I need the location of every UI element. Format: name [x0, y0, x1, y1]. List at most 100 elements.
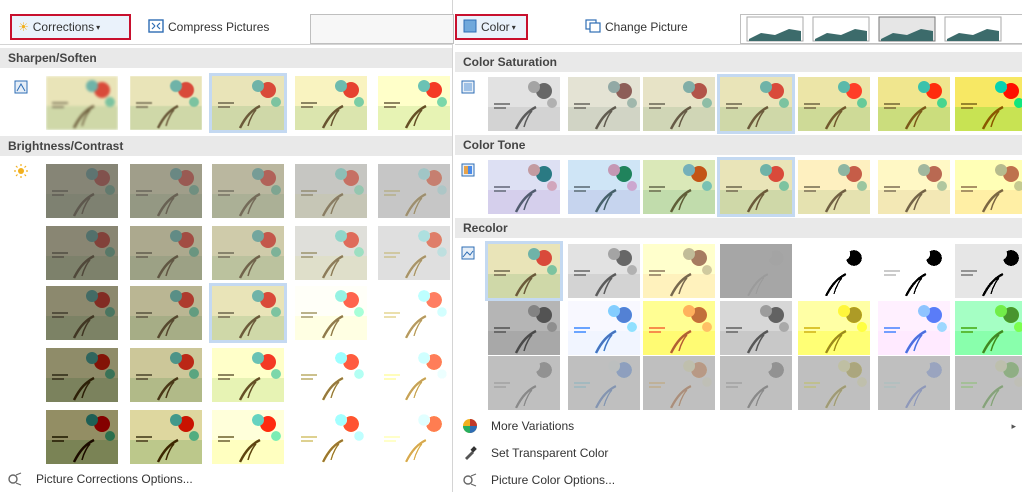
recolor-thumbnail[interactable]	[488, 301, 560, 355]
brightness-contrast-thumbnail[interactable]	[130, 348, 202, 402]
color-icon	[463, 19, 477, 36]
color-tone-thumbnail[interactable]	[717, 157, 795, 217]
brightness-contrast-thumbnail[interactable]	[130, 226, 202, 280]
color-saturation-thumbnail[interactable]	[717, 74, 795, 134]
change-picture-button[interactable]: Change Picture	[585, 14, 688, 40]
brightness-contrast-thumbnail[interactable]	[295, 348, 367, 402]
more-variations-item[interactable]: More Variations ▸	[461, 415, 1016, 437]
picture-corrections-options[interactable]: Picture Corrections Options...	[6, 468, 193, 490]
picture-color-options-label: Picture Color Options...	[491, 473, 616, 487]
color-tone-thumbnail[interactable]	[955, 160, 1022, 214]
sharpen-soften-thumbnail[interactable]	[378, 76, 450, 130]
recolor-thumbnail[interactable]	[643, 301, 715, 355]
sharpen-soften-thumbnail[interactable]	[209, 73, 287, 133]
brightness-contrast-thumbnail[interactable]	[46, 410, 118, 464]
set-transparent-color-label: Set Transparent Color	[491, 446, 609, 460]
color-button[interactable]: Color ▾	[455, 14, 528, 40]
recolor-header: Recolor	[455, 218, 1022, 238]
brightness-contrast-thumbnail[interactable]	[212, 226, 284, 280]
tone-icon	[461, 163, 475, 177]
sharpen-soften-thumbnail[interactable]	[130, 76, 202, 130]
brightness-contrast-thumbnail[interactable]	[378, 348, 450, 402]
more-variations-label: More Variations	[491, 419, 575, 433]
recolor-thumbnail[interactable]	[720, 244, 792, 298]
change-picture-label: Change Picture	[605, 20, 688, 34]
picture-styles-strip[interactable]	[310, 14, 454, 44]
color-saturation-thumbnail[interactable]	[878, 77, 950, 131]
change-picture-icon	[585, 18, 601, 36]
color-tone-thumbnail[interactable]	[643, 160, 715, 214]
recolor-thumbnail[interactable]	[955, 244, 1022, 298]
brightness-contrast-thumbnail[interactable]	[209, 283, 287, 343]
recolor-thumbnail[interactable]	[568, 356, 640, 410]
compress-icon	[148, 18, 164, 36]
set-transparent-color-item[interactable]: Set Transparent Color	[461, 442, 608, 464]
eyedropper-icon	[461, 444, 479, 462]
picture-settings-icon	[461, 471, 479, 489]
sharpen-icon	[14, 80, 28, 94]
picture-settings-icon	[6, 470, 24, 488]
recolor-thumbnail[interactable]	[643, 244, 715, 298]
brightness-contrast-thumbnail[interactable]	[130, 410, 202, 464]
recolor-thumbnail[interactable]	[798, 244, 870, 298]
brightness-contrast-header: Brightness/Contrast	[0, 136, 452, 156]
color-saturation-thumbnail[interactable]	[568, 77, 640, 131]
recolor-icon	[461, 246, 475, 260]
brightness-contrast-thumbnail[interactable]	[378, 226, 450, 280]
recolor-thumbnail[interactable]	[568, 301, 640, 355]
recolor-thumbnail[interactable]	[485, 241, 563, 301]
brightness-contrast-thumbnail[interactable]	[46, 286, 118, 340]
corrections-label: Corrections	[32, 20, 95, 34]
sun-icon: ☀	[18, 20, 29, 34]
picture-layout-strip[interactable]	[740, 14, 1022, 44]
brightness-contrast-thumbnail[interactable]	[295, 410, 367, 464]
recolor-thumbnail[interactable]	[878, 244, 950, 298]
recolor-thumbnail[interactable]	[955, 356, 1022, 410]
chevron-down-icon: ▾	[511, 22, 516, 32]
color-saturation-thumbnail[interactable]	[488, 77, 560, 131]
recolor-thumbnail[interactable]	[488, 356, 560, 410]
recolor-thumbnail[interactable]	[643, 356, 715, 410]
saturation-icon	[461, 80, 475, 94]
color-wheel-icon	[461, 417, 479, 435]
sharpen-soften-header: Sharpen/Soften	[0, 48, 452, 68]
recolor-thumbnail[interactable]	[720, 356, 792, 410]
sharpen-soften-thumbnail[interactable]	[295, 76, 367, 130]
color-tone-thumbnail[interactable]	[878, 160, 950, 214]
brightness-contrast-thumbnail[interactable]	[212, 348, 284, 402]
corrections-button[interactable]: ☀ Corrections ▾	[10, 14, 131, 40]
compress-pictures-button[interactable]: Compress Pictures	[148, 14, 269, 40]
color-saturation-thumbnail[interactable]	[643, 77, 715, 131]
submenu-arrow-icon: ▸	[1011, 420, 1016, 431]
color-tone-thumbnail[interactable]	[568, 160, 640, 214]
brightness-contrast-thumbnail[interactable]	[378, 164, 450, 218]
recolor-thumbnail[interactable]	[878, 356, 950, 410]
color-saturation-thumbnail[interactable]	[798, 77, 870, 131]
brightness-contrast-thumbnail[interactable]	[46, 226, 118, 280]
sharpen-soften-thumbnail[interactable]	[46, 76, 118, 130]
brightness-contrast-thumbnail[interactable]	[378, 286, 450, 340]
brightness-contrast-thumbnail[interactable]	[130, 164, 202, 218]
picture-color-options-item[interactable]: Picture Color Options...	[461, 469, 615, 491]
brightness-contrast-thumbnail[interactable]	[212, 410, 284, 464]
brightness-contrast-thumbnail[interactable]	[130, 286, 202, 340]
brightness-contrast-thumbnail[interactable]	[295, 164, 367, 218]
color-tone-header: Color Tone	[455, 135, 1022, 155]
recolor-thumbnail[interactable]	[878, 301, 950, 355]
recolor-thumbnail[interactable]	[568, 244, 640, 298]
brightness-contrast-thumbnail[interactable]	[378, 410, 450, 464]
brightness-contrast-thumbnail[interactable]	[46, 348, 118, 402]
recolor-thumbnail[interactable]	[955, 301, 1022, 355]
color-saturation-thumbnail[interactable]	[955, 77, 1022, 131]
recolor-thumbnail[interactable]	[798, 301, 870, 355]
brightness-contrast-thumbnail[interactable]	[46, 164, 118, 218]
brightness-contrast-thumbnail[interactable]	[295, 286, 367, 340]
compress-label: Compress Pictures	[168, 20, 270, 34]
layout-thumbnails	[746, 16, 1002, 42]
brightness-contrast-thumbnail[interactable]	[212, 164, 284, 218]
recolor-thumbnail[interactable]	[720, 301, 792, 355]
recolor-thumbnail[interactable]	[798, 356, 870, 410]
brightness-contrast-thumbnail[interactable]	[295, 226, 367, 280]
color-tone-thumbnail[interactable]	[488, 160, 560, 214]
color-tone-thumbnail[interactable]	[798, 160, 870, 214]
